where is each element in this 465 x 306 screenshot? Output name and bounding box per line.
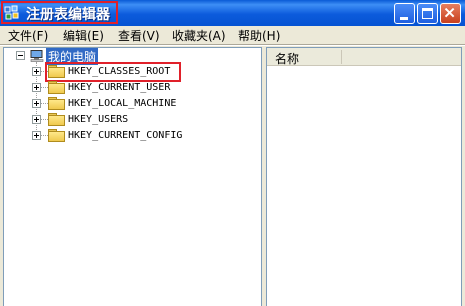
title-annotation-box	[1, 1, 118, 24]
tree-item-hkey-users[interactable]: HKEY_USERS	[68, 114, 128, 125]
column-header-name[interactable]: 名称	[267, 48, 461, 66]
folder-icon	[48, 81, 65, 94]
values-list-pane[interactable]: 名称	[266, 47, 462, 306]
maximize-button[interactable]	[417, 3, 438, 24]
root-collapse-toggle[interactable]	[16, 51, 25, 60]
tree-item-hkey-current-config[interactable]: HKEY_CURRENT_CONFIG	[68, 130, 182, 141]
maximize-icon	[422, 8, 433, 19]
menu-divider	[0, 44, 465, 46]
close-icon	[444, 7, 455, 18]
folder-icon	[48, 97, 65, 110]
registry-editor-window: 注册表编辑器 文件(F) 编辑(E) 查看(V) 收藏夹(A) 帮助(H) 我的…	[0, 0, 465, 306]
minimize-button[interactable]	[394, 3, 415, 24]
menu-bar: 文件(F) 编辑(E) 查看(V) 收藏夹(A) 帮助(H)	[0, 26, 465, 44]
key-annotation-box	[45, 62, 181, 82]
tree-item-hkey-current-user[interactable]: HKEY_CURRENT_USER	[68, 82, 170, 93]
menu-favorites[interactable]: 收藏夹(A)	[172, 27, 226, 44]
column-resize-handle[interactable]	[341, 50, 342, 64]
expand-toggle-hkcu[interactable]	[32, 83, 41, 92]
menu-help[interactable]: 帮助(H)	[238, 27, 280, 44]
folder-icon	[48, 113, 65, 126]
title-bar[interactable]: 注册表编辑器	[0, 0, 465, 26]
my-computer-icon	[30, 50, 44, 62]
minimize-icon	[400, 17, 408, 20]
folder-icon	[48, 129, 65, 142]
expand-toggle-hku[interactable]	[32, 115, 41, 124]
menu-view[interactable]: 查看(V)	[118, 27, 160, 44]
expand-toggle-hkcc[interactable]	[32, 131, 41, 140]
expand-toggle-hkcr[interactable]	[32, 67, 41, 76]
column-header-label: 名称	[275, 52, 300, 66]
registry-tree-pane[interactable]: 我的电脑 HKEY_CLASSES_ROOT HKEY_CURRENT_USER…	[3, 47, 262, 306]
expand-toggle-hklm[interactable]	[32, 99, 41, 108]
close-button[interactable]	[440, 3, 461, 24]
menu-edit[interactable]: 编辑(E)	[63, 27, 104, 44]
tree-item-hkey-local-machine[interactable]: HKEY_LOCAL_MACHINE	[68, 98, 176, 109]
menu-file[interactable]: 文件(F)	[8, 27, 48, 44]
